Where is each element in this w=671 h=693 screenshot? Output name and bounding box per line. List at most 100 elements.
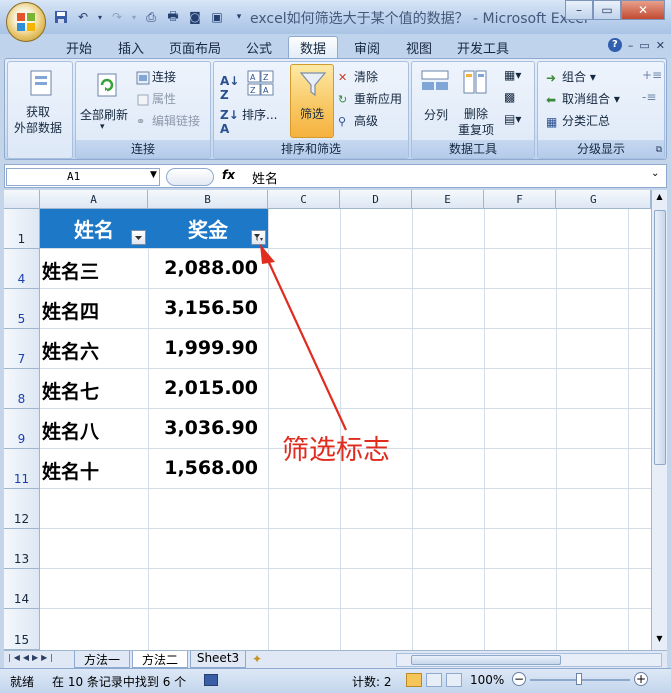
row-header[interactable]: 15 bbox=[4, 609, 40, 650]
customize-qat-icon[interactable]: ▾ bbox=[230, 8, 248, 26]
print-preview-icon[interactable]: ⎙ bbox=[142, 8, 160, 26]
cell-bonus[interactable]: 2,088.00 bbox=[142, 257, 258, 279]
formula-input[interactable]: 姓名 bbox=[252, 168, 278, 187]
properties-button[interactable]: 属性 bbox=[136, 90, 176, 107]
row-header[interactable]: 1 bbox=[4, 209, 40, 249]
tab-page-layout[interactable]: 页面布局 bbox=[160, 36, 230, 58]
ungroup-button[interactable]: ⬅ 取消组合 ▾ bbox=[546, 90, 620, 107]
advanced-filter-button[interactable]: ⚲ 高级 bbox=[338, 112, 378, 129]
insert-function-icon[interactable]: fx bbox=[222, 168, 235, 182]
horizontal-scroll-thumb[interactable] bbox=[411, 655, 561, 665]
subtotal-button[interactable]: ▦ 分类汇总 bbox=[546, 112, 610, 129]
ribbon-close-icon[interactable]: ✕ bbox=[656, 39, 665, 52]
outline-launcher-icon[interactable]: ⧉ bbox=[656, 145, 662, 155]
row-header[interactable]: 11 bbox=[4, 449, 40, 489]
ribbon-restore-icon[interactable]: ▭ bbox=[639, 39, 649, 52]
row-header[interactable]: 9 bbox=[4, 409, 40, 449]
normal-view-icon[interactable] bbox=[406, 673, 422, 687]
cell-name[interactable]: 姓名八 bbox=[42, 417, 99, 444]
clear-filter-button[interactable]: ✕ 清除 bbox=[338, 68, 378, 85]
page-layout-view-icon[interactable] bbox=[426, 673, 442, 687]
refresh-all-button[interactable]: 全部刷新 bbox=[80, 106, 128, 123]
group-button[interactable]: ➜ 组合 ▾ bbox=[546, 68, 596, 85]
name-box-dropdown-icon[interactable]: ▼ bbox=[150, 170, 157, 180]
column-header-e[interactable]: E bbox=[412, 190, 484, 209]
vertical-scroll-thumb[interactable] bbox=[654, 210, 666, 465]
zoom-slider-thumb[interactable] bbox=[576, 673, 582, 685]
undo-icon[interactable]: ↶ bbox=[74, 8, 92, 26]
redo-dropdown-icon[interactable]: ▾ bbox=[130, 8, 138, 26]
what-if-icon[interactable]: ▤▾ bbox=[504, 112, 521, 126]
select-all-corner[interactable] bbox=[4, 190, 40, 209]
row-header[interactable]: 5 bbox=[4, 289, 40, 329]
reapply-button[interactable]: ↻ 重新应用 bbox=[338, 90, 402, 107]
column-header-b[interactable]: B bbox=[148, 190, 268, 209]
maximize-button[interactable]: ▭ bbox=[593, 0, 621, 20]
scroll-up-icon[interactable]: ▲ bbox=[653, 192, 666, 206]
row-header[interactable]: 12 bbox=[4, 489, 40, 529]
expand-formula-bar-icon[interactable]: ⌄ bbox=[651, 168, 659, 179]
data-validation-icon[interactable]: ▦▾ bbox=[504, 68, 521, 82]
office-button[interactable] bbox=[6, 2, 46, 42]
sort-asc-icon[interactable]: A↓ Z bbox=[220, 74, 239, 102]
redo-icon[interactable]: ↷ bbox=[108, 8, 126, 26]
sheet-tab-method2[interactable]: 方法二 bbox=[132, 651, 188, 668]
edit-links-button[interactable]: ⚭ 编辑链接 bbox=[136, 112, 200, 129]
row-header[interactable]: 13 bbox=[4, 529, 40, 569]
row-header[interactable]: 8 bbox=[4, 369, 40, 409]
cell-bonus[interactable]: 3,156.50 bbox=[142, 297, 258, 319]
tab-home[interactable]: 开始 bbox=[56, 36, 102, 58]
name-box[interactable]: A1 bbox=[6, 168, 160, 186]
zoom-in-icon[interactable]: + bbox=[634, 672, 648, 686]
column-header-a[interactable]: A bbox=[40, 190, 148, 209]
filter-button[interactable]: 筛选 bbox=[290, 64, 334, 138]
sort-button[interactable]: 排序... bbox=[242, 106, 277, 123]
tab-formulas[interactable]: 公式 bbox=[236, 36, 282, 58]
cell-bonus[interactable]: 1,999.90 bbox=[142, 337, 258, 359]
hide-detail-icon[interactable]: -≡ bbox=[642, 90, 656, 104]
cell-name[interactable]: 姓名七 bbox=[42, 377, 99, 404]
show-detail-icon[interactable]: +≡ bbox=[642, 68, 662, 82]
sheet-tab-method1[interactable]: 方法一 bbox=[74, 651, 130, 668]
sort-desc-icon[interactable]: Z↓ A bbox=[220, 108, 239, 136]
minimize-button[interactable]: – bbox=[565, 0, 593, 20]
refresh-dropdown-icon[interactable]: ▾ bbox=[100, 122, 105, 132]
cell-bonus[interactable]: 3,036.90 bbox=[142, 417, 258, 439]
camera-icon[interactable]: ◙ bbox=[186, 8, 204, 26]
save-icon[interactable] bbox=[52, 8, 70, 26]
column-header-g[interactable]: G bbox=[556, 190, 651, 209]
page-break-view-icon[interactable] bbox=[446, 673, 462, 687]
scroll-down-icon[interactable]: ▼ bbox=[653, 634, 666, 648]
cell-name[interactable]: 姓名六 bbox=[42, 337, 99, 364]
vertical-scrollbar[interactable]: ▲ ▼ bbox=[651, 190, 667, 650]
tab-developer[interactable]: 开发工具 bbox=[448, 36, 518, 58]
row-header[interactable]: 14 bbox=[4, 569, 40, 609]
cell-name[interactable]: 姓名十 bbox=[42, 457, 99, 484]
text-to-columns-button[interactable]: 分列 bbox=[424, 106, 448, 123]
cell-bonus[interactable]: 2,015.00 bbox=[142, 377, 258, 399]
cell-name[interactable]: 姓名三 bbox=[42, 257, 99, 284]
print-icon[interactable]: 🖶 bbox=[164, 8, 182, 26]
sheet-nav-icons[interactable]: |◀◀▶▶| bbox=[8, 653, 56, 662]
cell-bonus[interactable]: 1,568.00 bbox=[142, 457, 258, 479]
horizontal-scrollbar[interactable] bbox=[396, 653, 662, 667]
ribbon-minimize-icon[interactable]: – bbox=[628, 39, 634, 52]
insert-sheet-icon[interactable]: ✦ bbox=[252, 652, 262, 666]
cell-name[interactable]: 姓名四 bbox=[42, 297, 99, 324]
spellcheck-icon[interactable]: ▣ bbox=[208, 8, 226, 26]
tab-view[interactable]: 视图 bbox=[396, 36, 442, 58]
column-header-f[interactable]: F bbox=[484, 190, 556, 209]
help-icon[interactable]: ? bbox=[607, 38, 622, 52]
get-external-data-button[interactable]: 获取 外部数据 bbox=[14, 104, 62, 136]
close-button[interactable]: ✕ bbox=[621, 0, 665, 20]
column-header-c[interactable]: C bbox=[268, 190, 340, 209]
tab-data[interactable]: 数据 bbox=[288, 36, 338, 58]
zoom-level[interactable]: 100% bbox=[470, 673, 504, 687]
undo-dropdown-icon[interactable]: ▾ bbox=[96, 8, 104, 26]
consolidate-icon[interactable]: ▩ bbox=[504, 90, 515, 104]
row-header[interactable]: 4 bbox=[4, 249, 40, 289]
tab-review[interactable]: 审阅 bbox=[344, 36, 390, 58]
filter-dropdown-name[interactable] bbox=[131, 230, 146, 245]
sheet-tab-sheet3[interactable]: Sheet3 bbox=[190, 651, 246, 668]
row-header[interactable]: 7 bbox=[4, 329, 40, 369]
